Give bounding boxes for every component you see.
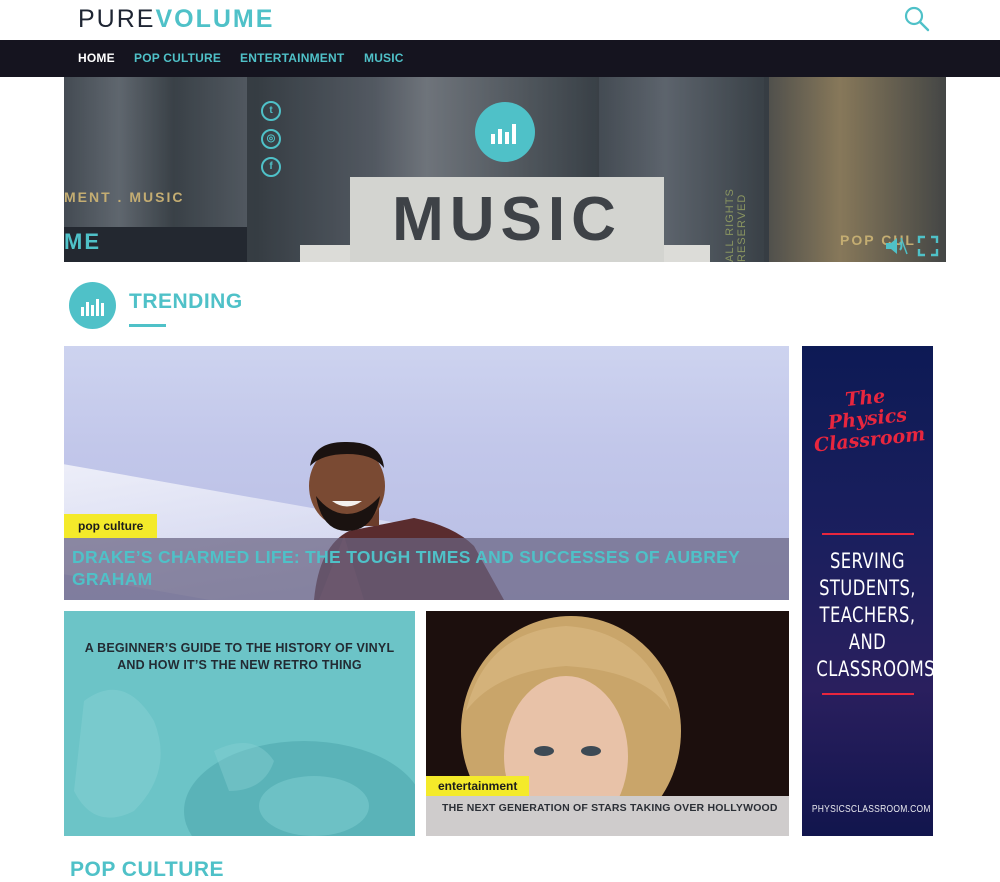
- search-button[interactable]: [902, 4, 932, 34]
- article-card-vinyl[interactable]: A BEGINNER’S GUIDE TO THE HISTORY OF VIN…: [64, 611, 415, 836]
- logo-part-volume: VOLUME: [155, 5, 275, 33]
- instagram-icon[interactable]: ◎: [261, 129, 281, 149]
- main-nav: HOME POP CULTURE ENTERTAINMENT MUSIC: [0, 40, 1000, 77]
- pop-culture-heading: POP CULTURE: [70, 858, 225, 881]
- trending-icon: [69, 282, 116, 329]
- volume-icon[interactable]: [884, 235, 908, 257]
- search-icon: [904, 6, 930, 32]
- entertainment-category-tag[interactable]: entertainment: [426, 776, 530, 796]
- trending-heading: TRENDING: [129, 290, 243, 313]
- site-header: PUREVOLUME: [0, 0, 1000, 40]
- hero-side-text: ALL RIGHTS RESERVED: [724, 188, 748, 262]
- hero-video[interactable]: MENT . MUSIC ME t ◎ f MUSIC ALL RIGHTS R…: [64, 77, 946, 262]
- ad-divider-bottom: [822, 693, 914, 695]
- ad-message: SERVING STUDENTS, TEACHERS, AND CLASSROO…: [816, 548, 933, 683]
- nav-item-entertainment[interactable]: ENTERTAINMENT: [240, 40, 344, 77]
- fullscreen-icon[interactable]: [917, 235, 941, 257]
- hero-left-text: MENT . MUSIC: [64, 189, 185, 205]
- site-logo[interactable]: PUREVOLUME: [78, 4, 274, 34]
- hero-title: MUSIC: [392, 185, 622, 254]
- hero-left-text-2: ME: [64, 229, 101, 254]
- ad-url: PHYSICSCLASSROOM.COM: [811, 804, 931, 815]
- ad-message-line: SERVING: [830, 549, 905, 573]
- featured-article-card[interactable]: pop culture DRAKE’S CHARMED LIFE: THE TO…: [64, 346, 789, 600]
- article-title-vinyl[interactable]: A BEGINNER’S GUIDE TO THE HISTORY OF VIN…: [76, 640, 403, 674]
- nav-item-home[interactable]: HOME: [78, 40, 115, 77]
- logo-part-pure: PURE: [78, 5, 156, 33]
- nav-item-music[interactable]: MUSIC: [364, 40, 404, 77]
- ad-divider-top: [822, 533, 914, 535]
- music-logo-icon: [475, 102, 535, 162]
- trending-underline: [129, 324, 166, 327]
- featured-category-tag[interactable]: pop culture: [64, 514, 158, 538]
- ad-brand: The Physics Classroom: [802, 381, 933, 457]
- ad-message-line: STUDENTS,: [819, 576, 916, 600]
- twitter-icon[interactable]: t: [261, 101, 281, 121]
- article-title-entertainment[interactable]: THE NEXT GENERATION OF STARS TAKING OVER…: [442, 802, 782, 815]
- ad-message-line: TEACHERS,: [819, 603, 916, 627]
- facebook-icon[interactable]: f: [261, 157, 281, 177]
- ad-message-line: CLASSROOMS: [816, 657, 933, 681]
- nav-item-pop-culture[interactable]: POP CULTURE: [134, 40, 221, 77]
- sidebar-ad[interactable]: The Physics Classroom SERVING STUDENTS, …: [802, 346, 933, 836]
- ad-message-line: AND: [848, 630, 887, 654]
- featured-article-title[interactable]: DRAKE’S CHARMED LIFE: THE TOUGH TIMES AN…: [72, 546, 782, 590]
- article-card-entertainment[interactable]: entertainment THE NEXT GENERATION OF STA…: [426, 611, 789, 836]
